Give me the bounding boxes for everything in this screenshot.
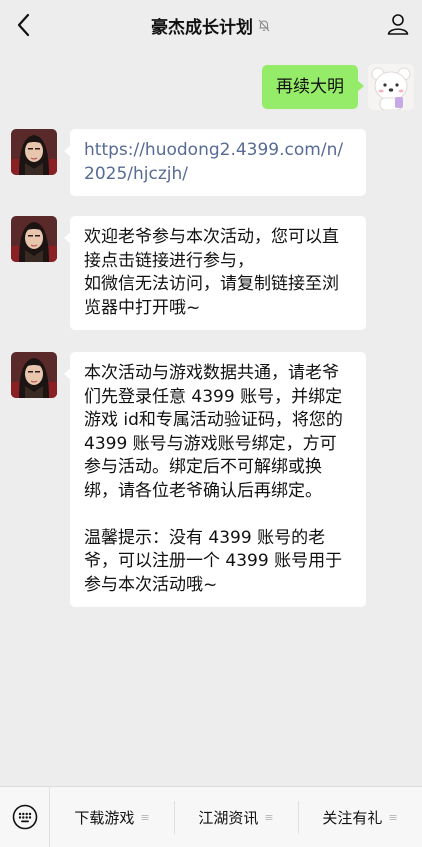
menu-item-jianghu-news[interactable]: 江湖资讯 ≡ — [174, 787, 298, 847]
warrior-avatar-icon — [11, 216, 57, 262]
menu-item-label: 下载游戏 — [74, 808, 135, 827]
chat-header: 豪杰成长计划 — [0, 0, 422, 50]
menu-list-icon: ≡ — [264, 810, 274, 824]
bell-muted-icon — [258, 19, 270, 32]
incoming-message-1: https://huodong2.4399.com/n/2025/hjczjh/ — [11, 129, 366, 196]
message-bubble: https://huodong2.4399.com/n/2025/hjczjh/ — [64, 129, 366, 196]
warrior-avatar-icon — [11, 129, 57, 175]
warrior-avatar-icon — [11, 352, 57, 398]
message-bubble: 本次活动与游戏数据共通，请老爷们先登录任意 4399 账号，并绑定游戏 id和专… — [64, 352, 366, 607]
message-text: 本次活动与游戏数据共通，请老爷们先登录任意 4399 账号，并绑定游戏 id和专… — [84, 363, 343, 595]
official-account-avatar[interactable] — [11, 129, 57, 175]
official-account-avatar[interactable] — [11, 216, 57, 262]
my-avatar[interactable] — [368, 64, 414, 110]
menu-item-download-game[interactable]: 下载游戏 ≡ — [50, 787, 174, 847]
outgoing-message: 再续大明 — [262, 64, 414, 110]
menu-list-icon: ≡ — [388, 810, 398, 824]
incoming-message-3: 本次活动与游戏数据共通，请老爷们先登录任意 4399 账号，并绑定游戏 id和专… — [11, 352, 366, 607]
bear-avatar-icon — [368, 64, 414, 110]
message-bubble: 欢迎老爷参与本次活动，您可以直接点击链接进行参与， 如微信无法访问，请复制链接至… — [64, 216, 366, 330]
keyboard-icon — [12, 804, 37, 830]
bottom-menu: 下载游戏 ≡ 江湖资讯 ≡ 关注有礼 ≡ — [0, 786, 422, 847]
back-icon[interactable] — [14, 12, 34, 38]
incoming-message-2: 欢迎老爷参与本次活动，您可以直接点击链接进行参与， 如微信无法访问，请复制链接至… — [11, 216, 366, 330]
outgoing-bubble[interactable]: 再续大明 — [262, 65, 364, 109]
menu-item-follow-gift[interactable]: 关注有礼 ≡ — [298, 787, 422, 847]
menu-list-icon: ≡ — [140, 810, 150, 824]
message-text: 欢迎老爷参与本次活动，您可以直接点击链接进行参与， 如微信无法访问，请复制链接至… — [84, 227, 339, 318]
menu-item-label: 江湖资讯 — [198, 808, 259, 827]
activity-link[interactable]: https://huodong2.4399.com/n/2025/hjczjh/ — [84, 140, 343, 184]
official-account-avatar[interactable] — [11, 352, 57, 398]
keyboard-toggle[interactable] — [0, 786, 50, 847]
title-group: 豪杰成长计划 — [151, 13, 271, 38]
menu-item-label: 关注有礼 — [322, 808, 383, 827]
page-title: 豪杰成长计划 — [151, 17, 253, 38]
user-icon[interactable] — [386, 12, 410, 36]
